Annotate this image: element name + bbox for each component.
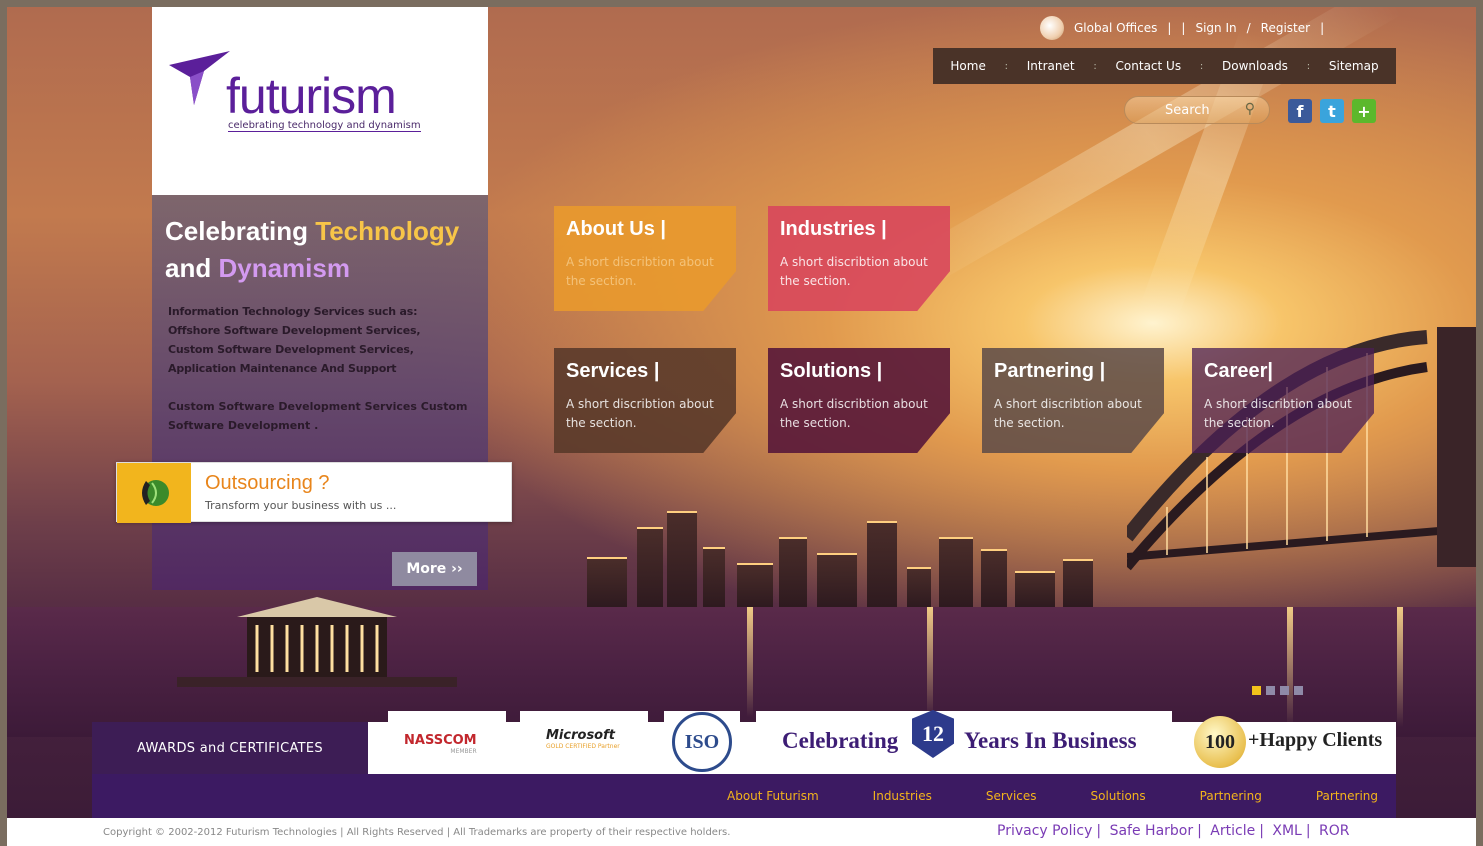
hero-services-text-2: Custom Software Development Services Cus…	[168, 400, 468, 432]
copyright-text: Copyright © 2002-2012 Futurism Technolog…	[103, 827, 731, 838]
microsoft-partner-logo[interactable]: Microsoft GOLD CERTIFIED Partner	[546, 728, 620, 750]
nav-home[interactable]: Home	[950, 59, 985, 73]
privacy-policy-link[interactable]: Privacy Policy	[997, 823, 1092, 839]
separator: /	[1246, 21, 1251, 35]
ror-link[interactable]: ROR	[1319, 823, 1349, 839]
slider-dot[interactable]	[1280, 686, 1289, 695]
hero-services-text: Information Technology Services such as:…	[168, 305, 421, 375]
slider-dot[interactable]	[1252, 686, 1261, 695]
years-text: Years In Business	[964, 728, 1137, 753]
facebook-icon[interactable]: f	[1288, 99, 1312, 123]
tile-career[interactable]: Career| A short discribtion about the se…	[1192, 348, 1374, 453]
outsourcing-title: Outsourcing ?	[205, 472, 330, 494]
footer-links: Privacy Policy | Safe Harbor | Article | XM…	[997, 823, 1350, 839]
tile-partnering[interactable]: Partnering | A short discribtion about t…	[982, 348, 1164, 453]
happy-clients-text: +Happy Clients	[1248, 729, 1383, 751]
nav-intranet[interactable]: Intranet	[1027, 59, 1075, 73]
more-button[interactable]: More ››	[392, 552, 477, 586]
logo-panel[interactable]: futurism celebrating technology and dyna…	[152, 7, 488, 195]
separator: |	[1181, 21, 1186, 35]
logo-icon	[169, 51, 230, 105]
iso-logo[interactable]: ISO	[672, 712, 732, 772]
tile-industries[interactable]: Industries | A short discribtion about t…	[768, 206, 950, 311]
footer-link-partnering-2[interactable]: Partnering	[1316, 789, 1378, 803]
outsourcing-banner[interactable]: Outsourcing ? Transform your business wi…	[116, 462, 512, 523]
footer-link-about[interactable]: About Futurism	[727, 789, 819, 803]
city-skyline	[567, 487, 1107, 607]
add-icon[interactable]: +	[1352, 99, 1376, 123]
globe-icon	[1040, 16, 1064, 40]
search-icon[interactable]: ⚲	[1245, 101, 1255, 117]
happy-clients-badge: 100	[1194, 716, 1246, 768]
separator: |	[1320, 21, 1325, 35]
tile-services[interactable]: Services | A short discribtion about the…	[554, 348, 736, 453]
hero-info-panel: Celebrating Technology and Dynamism Info…	[152, 195, 488, 590]
footer-link-solutions[interactable]: Solutions	[1091, 789, 1146, 803]
footer-link-services[interactable]: Services	[986, 789, 1037, 803]
separator: |	[1167, 21, 1172, 35]
search-input[interactable]: Search ⚲	[1124, 96, 1270, 124]
footer-link-industries[interactable]: Industries	[873, 789, 932, 803]
footer-link-partnering[interactable]: Partnering	[1200, 789, 1262, 803]
nav-contact-us[interactable]: Contact Us	[1116, 59, 1182, 73]
register-link[interactable]: Register	[1261, 21, 1310, 35]
logo-wordmark: futurism	[226, 68, 397, 124]
awards-label: AWARDS and CERTIFICATES	[92, 722, 368, 774]
tile-about-us[interactable]: About Us | A short discribtion about the…	[554, 206, 736, 311]
logo-tagline: celebrating technology and dynamism	[228, 120, 421, 132]
safe-harbor-link[interactable]: Safe Harbor	[1110, 823, 1194, 839]
nasscom-logo[interactable]: NASSCOM MEMBER	[404, 733, 477, 755]
slider-dot[interactable]	[1294, 686, 1303, 695]
sign-in-link[interactable]: Sign In	[1195, 21, 1236, 35]
light-beam	[897, 7, 1402, 295]
tile-solutions[interactable]: Solutions | A short discribtion about th…	[768, 348, 950, 453]
outsourcing-subtitle: Transform your business with us ...	[205, 499, 397, 512]
global-offices-link[interactable]: Global Offices	[1074, 21, 1157, 35]
phone-globe-icon	[117, 463, 191, 523]
article-link[interactable]: Article	[1210, 823, 1255, 839]
nav-sitemap[interactable]: Sitemap	[1329, 59, 1379, 73]
copyright-bar: Copyright © 2002-2012 Futurism Technolog…	[7, 818, 1476, 846]
footer-nav: About Futurism Industries Services Solut…	[92, 774, 1396, 818]
twitter-icon[interactable]: t	[1320, 99, 1344, 123]
slider-dot[interactable]	[1266, 686, 1275, 695]
top-links: Global Offices | | Sign In / Register |	[1040, 16, 1385, 40]
nav-downloads[interactable]: Downloads	[1222, 59, 1288, 73]
main-nav: Home: Intranet: Contact Us: Downloads: S…	[933, 48, 1396, 84]
slider-dots	[1252, 686, 1303, 695]
hero-headline: Celebrating Technology and Dynamism	[165, 216, 460, 283]
xml-link[interactable]: XML	[1272, 823, 1301, 839]
pier-pavilion	[177, 597, 457, 687]
celebrating-text: Celebrating	[782, 728, 899, 753]
